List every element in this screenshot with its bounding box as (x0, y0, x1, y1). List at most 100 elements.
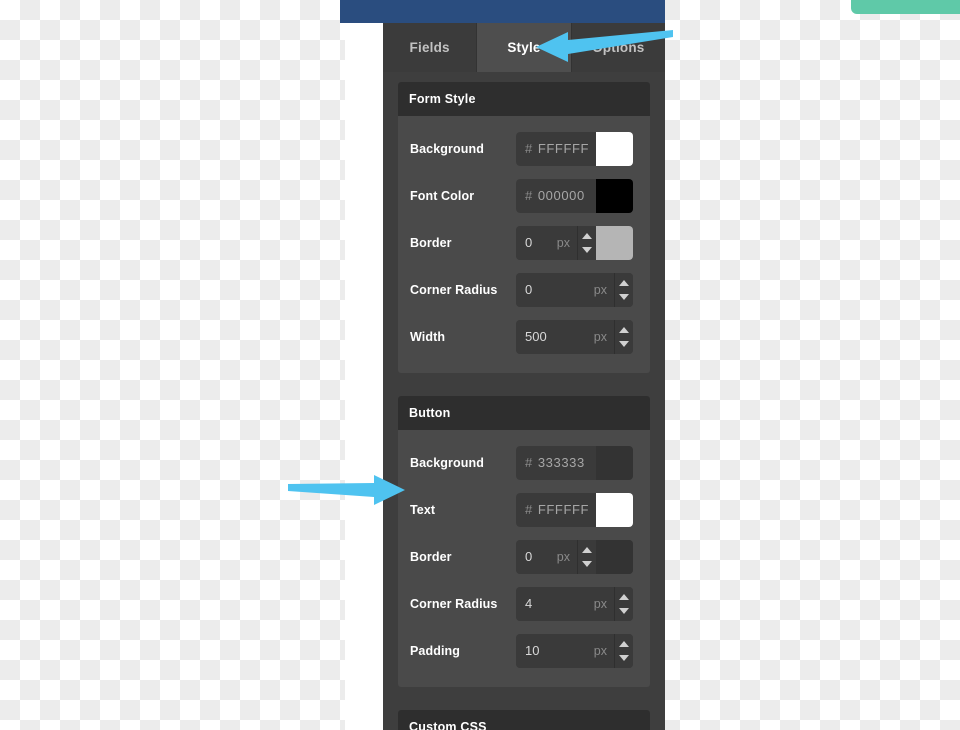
row-form-corner-radius: Corner Radius 0 px (410, 266, 638, 313)
row-button-background-label: Background (410, 455, 484, 470)
button-corner-radius-stepper[interactable] (614, 586, 633, 621)
hash-symbol: # (525, 141, 533, 156)
form-border-color-swatch[interactable] (596, 225, 633, 260)
button-padding-stepper[interactable] (614, 633, 633, 668)
chevron-up-icon[interactable] (582, 232, 592, 239)
row-form-border-label: Border (410, 235, 452, 250)
chevron-up-icon[interactable] (619, 279, 629, 286)
chevron-down-icon[interactable] (619, 293, 629, 300)
row-button-border: Border 0 px (410, 533, 638, 580)
row-form-width: Width 500 px (410, 313, 638, 360)
row-form-background: Background # FFFFFF (410, 125, 638, 172)
button-border-stepper[interactable] (577, 539, 596, 574)
form-border-value: 0 (525, 235, 533, 250)
row-form-font-color: Font Color # 000000 (410, 172, 638, 219)
chevron-down-icon[interactable] (582, 246, 592, 253)
row-button-text: Text # FFFFFF (410, 486, 638, 533)
row-button-padding-label: Padding (410, 643, 461, 658)
chevron-down-icon[interactable] (619, 607, 629, 614)
hash-symbol: # (525, 455, 533, 470)
form-background-color-value: FFFFFF (537, 141, 590, 156)
row-form-width-label: Width (410, 329, 446, 344)
form-border-field[interactable]: 0 px (516, 225, 633, 260)
chevron-up-icon[interactable] (582, 546, 592, 553)
row-form-corner-radius-label: Corner Radius (410, 282, 498, 297)
button-border-color-swatch[interactable] (596, 539, 633, 574)
chevron-down-icon[interactable] (582, 560, 592, 567)
hash-symbol: # (525, 188, 533, 203)
button-border-input[interactable]: 0 px (516, 539, 577, 574)
tab-fields[interactable]: Fields (383, 23, 478, 72)
app-bar-action-button[interactable] (851, 0, 960, 14)
form-font-color-field[interactable]: # 000000 (516, 178, 633, 213)
button-background-color-value: 333333 (537, 455, 585, 470)
button-padding-value: 10 (525, 643, 540, 658)
tab-style-label: Style (507, 40, 541, 55)
form-width-input[interactable]: 500 px (516, 319, 614, 354)
form-corner-radius-unit: px (593, 282, 607, 297)
chevron-down-icon[interactable] (619, 340, 629, 347)
tab-options[interactable]: Options (571, 23, 665, 72)
button-border-unit: px (556, 549, 570, 564)
section-form-style-body: Background # FFFFFF Font Color # 000000 … (398, 116, 650, 373)
form-corner-radius-field[interactable]: 0 px (516, 272, 633, 307)
row-form-font-color-label: Font Color (410, 188, 475, 203)
button-text-color-field[interactable]: # FFFFFF (516, 492, 633, 527)
form-font-color-swatch[interactable] (596, 178, 633, 213)
button-background-color-swatch[interactable] (596, 445, 633, 480)
section-custom-css-title: Custom CSS (409, 720, 487, 730)
section-button: Button Background # 333333 Text # FFFFFF… (398, 396, 650, 687)
form-border-input[interactable]: 0 px (516, 225, 577, 260)
chevron-down-icon[interactable] (619, 654, 629, 661)
form-font-color-input[interactable]: # 000000 (516, 178, 596, 213)
button-border-field[interactable]: 0 px (516, 539, 633, 574)
form-border-stepper[interactable] (577, 225, 596, 260)
button-text-color-input[interactable]: # FFFFFF (516, 492, 596, 527)
button-corner-radius-input[interactable]: 4 px (516, 586, 614, 621)
section-form-style-title: Form Style (409, 92, 476, 106)
form-width-stepper[interactable] (614, 319, 633, 354)
hash-symbol: # (525, 502, 533, 517)
button-text-color-value: FFFFFF (537, 502, 590, 517)
button-background-color-input[interactable]: # 333333 (516, 445, 596, 480)
section-form-style-header: Form Style (398, 82, 650, 116)
form-background-color-input[interactable]: # FFFFFF (516, 131, 596, 166)
button-padding-input[interactable]: 10 px (516, 633, 614, 668)
row-button-border-label: Border (410, 549, 452, 564)
settings-tab-row: Fields Style Options (383, 23, 665, 72)
form-border-unit: px (556, 235, 570, 250)
section-button-header: Button (398, 396, 650, 430)
button-padding-field[interactable]: 10 px (516, 633, 633, 668)
button-corner-radius-field[interactable]: 4 px (516, 586, 633, 621)
form-width-value: 500 (525, 329, 547, 344)
button-text-color-swatch[interactable] (596, 492, 633, 527)
app-top-bar (340, 0, 960, 23)
form-width-field[interactable]: 500 px (516, 319, 633, 354)
section-custom-css: Custom CSS (398, 710, 650, 730)
row-button-corner-radius: Corner Radius 4 px (410, 580, 638, 627)
button-corner-radius-value: 4 (525, 596, 533, 611)
form-builder-settings-panel: Fields Style Options Form Style Backgrou… (383, 23, 665, 730)
settings-panel-body[interactable]: Form Style Background # FFFFFF Font Colo… (383, 72, 665, 730)
form-width-unit: px (593, 329, 607, 344)
section-form-style: Form Style Background # FFFFFF Font Colo… (398, 82, 650, 373)
chevron-up-icon[interactable] (619, 640, 629, 647)
button-padding-unit: px (593, 643, 607, 658)
form-corner-radius-input[interactable]: 0 px (516, 272, 614, 307)
form-font-color-value: 000000 (537, 188, 585, 203)
button-border-value: 0 (525, 549, 533, 564)
row-form-border: Border 0 px (410, 219, 638, 266)
chevron-up-icon[interactable] (619, 326, 629, 333)
form-background-color-field[interactable]: # FFFFFF (516, 131, 633, 166)
form-corner-radius-stepper[interactable] (614, 272, 633, 307)
row-button-padding: Padding 10 px (410, 627, 638, 674)
tab-style[interactable]: Style (477, 23, 572, 72)
tab-options-label: Options (592, 40, 645, 55)
section-button-title: Button (409, 406, 451, 420)
form-corner-radius-value: 0 (525, 282, 533, 297)
chevron-up-icon[interactable] (619, 593, 629, 600)
button-background-color-field[interactable]: # 333333 (516, 445, 633, 480)
form-background-color-swatch[interactable] (596, 131, 633, 166)
row-button-background: Background # 333333 (410, 439, 638, 486)
row-button-text-label: Text (410, 502, 436, 517)
